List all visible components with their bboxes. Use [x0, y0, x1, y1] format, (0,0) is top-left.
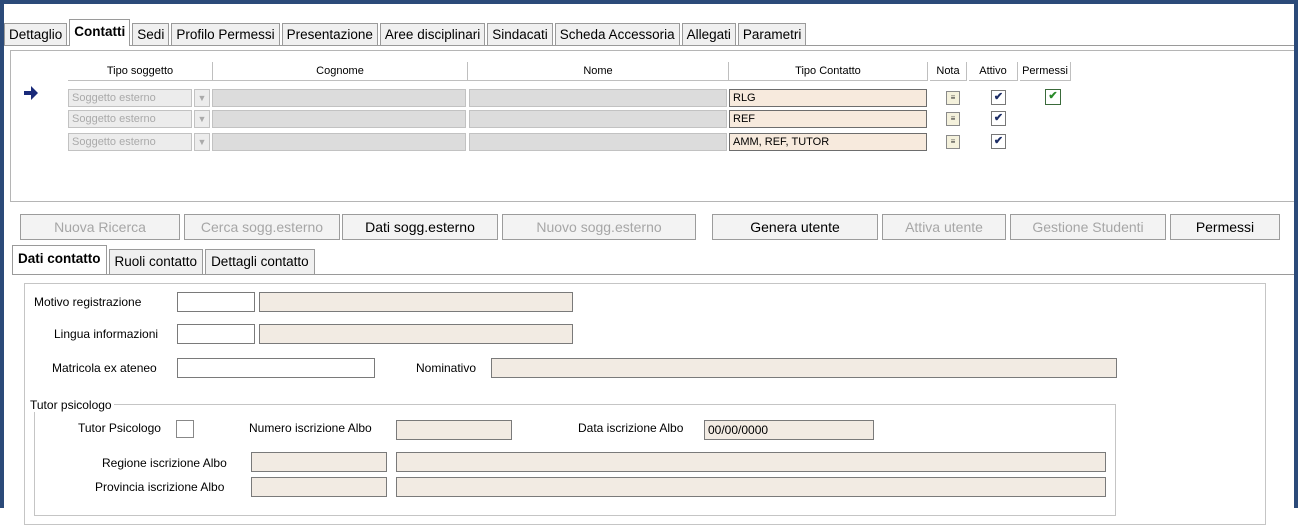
chevron-down-icon[interactable]: ▼ — [194, 133, 210, 151]
header-nome[interactable]: Nome — [468, 62, 729, 81]
cognome-cell[interactable] — [212, 133, 466, 151]
header-attivo[interactable]: Attivo — [969, 62, 1018, 81]
dati-sogg-esterno-button[interactable]: Dati sogg.esterno — [342, 214, 498, 240]
motivo-registrazione-desc-field[interactable] — [259, 292, 573, 312]
header-tipo-contatto[interactable]: Tipo Contatto — [729, 62, 928, 81]
tutor-psicologo-group-title: Tutor psicologo — [28, 398, 114, 412]
tab-divider — [4, 45, 1294, 46]
tab-sindacati[interactable]: Sindacati — [487, 23, 553, 46]
regione-iscrizione-albo-label: Regione iscrizione Albo — [102, 456, 227, 470]
tipo-soggetto-select[interactable]: Soggetto esterno — [68, 133, 192, 151]
tipo-contatto-cell[interactable]: RLG — [729, 89, 927, 107]
gestione-studenti-button[interactable]: Gestione Studenti — [1010, 214, 1166, 240]
data-iscrizione-albo-field[interactable]: 00/00/0000 — [704, 420, 874, 440]
header-permessi[interactable]: Permessi — [1020, 62, 1071, 81]
tipo-contatto-cell[interactable]: AMM, REF, TUTOR — [729, 133, 927, 151]
header-tipo-soggetto[interactable]: Tipo soggetto — [68, 62, 213, 81]
header-cognome[interactable]: Cognome — [213, 62, 468, 81]
main-tab-bar: Dettaglio Contatti Sedi Profilo Permessi… — [4, 19, 808, 46]
nominativo-field[interactable] — [491, 358, 1117, 378]
nominativo-label: Nominativo — [416, 361, 477, 375]
tipo-soggetto-select[interactable]: Soggetto esterno — [68, 110, 192, 128]
motivo-registrazione-code-field[interactable] — [177, 292, 255, 312]
note-icon[interactable]: ≡ — [946, 112, 960, 126]
header-nota[interactable]: Nota — [930, 62, 967, 81]
provincia-iscrizione-albo-desc-field[interactable] — [396, 477, 1106, 497]
tipo-soggetto-select[interactable]: Soggetto esterno — [68, 89, 192, 107]
attivo-checkbox[interactable]: ✔ — [991, 134, 1006, 149]
tab-profilo-permessi[interactable]: Profilo Permessi — [171, 23, 280, 46]
tab-aree-disciplinari[interactable]: Aree disciplinari — [379, 23, 486, 46]
subtab-divider — [12, 274, 1294, 275]
cognome-cell[interactable] — [212, 89, 466, 107]
matricola-ex-ateneo-label: Matricola ex ateneo — [52, 361, 157, 375]
permessi-checkbox[interactable]: ✔ — [1045, 89, 1061, 105]
nuovo-sogg-esterno-button[interactable]: Nuovo sogg.esterno — [502, 214, 696, 240]
contact-tab-bar: Dati contatto Ruoli contatto Dettagli co… — [12, 244, 317, 274]
nome-cell[interactable] — [469, 89, 727, 107]
nome-cell[interactable] — [469, 110, 727, 128]
tab-presentazione[interactable]: Presentazione — [281, 23, 378, 46]
permessi-button[interactable]: Permessi — [1170, 214, 1280, 240]
tab-dati-contatto[interactable]: Dati contatto — [12, 245, 107, 274]
numero-iscrizione-albo-field[interactable] — [396, 420, 512, 440]
chevron-down-icon[interactable]: ▼ — [194, 110, 210, 128]
tab-dettaglio[interactable]: Dettaglio — [4, 23, 68, 46]
regione-iscrizione-albo-desc-field[interactable] — [396, 452, 1106, 472]
regione-iscrizione-albo-code-field[interactable] — [251, 452, 387, 472]
note-icon[interactable]: ≡ — [946, 135, 960, 149]
lingua-informazioni-code-field[interactable] — [177, 324, 255, 344]
tab-dettagli-contatto[interactable]: Dettagli contatto — [205, 249, 315, 274]
lingua-informazioni-label: Lingua informazioni — [54, 327, 159, 341]
tab-parametri[interactable]: Parametri — [737, 23, 807, 46]
attivo-checkbox[interactable]: ✔ — [991, 111, 1006, 126]
current-row-arrow-icon — [24, 86, 38, 100]
nuova-ricerca-button[interactable]: Nuova Ricerca — [20, 214, 180, 240]
provincia-iscrizione-albo-code-field[interactable] — [251, 477, 387, 497]
matricola-ex-ateneo-field[interactable] — [177, 358, 375, 378]
tutor-psicologo-checkbox[interactable] — [176, 420, 194, 438]
lingua-informazioni-desc-field[interactable] — [259, 324, 573, 344]
cognome-cell[interactable] — [212, 110, 466, 128]
attivo-checkbox[interactable]: ✔ — [991, 90, 1006, 105]
tab-sedi[interactable]: Sedi — [132, 23, 170, 46]
note-icon[interactable]: ≡ — [946, 91, 960, 105]
nome-cell[interactable] — [469, 133, 727, 151]
tab-ruoli-contatto[interactable]: Ruoli contatto — [108, 249, 204, 274]
numero-iscrizione-albo-label: Numero iscrizione Albo — [249, 421, 372, 435]
tipo-contatto-cell[interactable]: REF — [729, 110, 927, 128]
attiva-utente-button[interactable]: Attiva utente — [882, 214, 1006, 240]
tab-scheda-accessoria[interactable]: Scheda Accessoria — [554, 23, 680, 46]
tab-contatti[interactable]: Contatti — [69, 19, 131, 46]
data-iscrizione-albo-label: Data iscrizione Albo — [578, 421, 684, 435]
tutor-psicologo-label: Tutor Psicologo — [78, 421, 161, 435]
provincia-iscrizione-albo-label: Provincia iscrizione Albo — [95, 480, 225, 494]
motivo-registrazione-label: Motivo registrazione — [34, 295, 142, 309]
cerca-sogg-esterno-button[interactable]: Cerca sogg.esterno — [184, 214, 340, 240]
tab-allegati[interactable]: Allegati — [681, 23, 736, 46]
genera-utente-button[interactable]: Genera utente — [712, 214, 878, 240]
chevron-down-icon[interactable]: ▼ — [194, 89, 210, 107]
